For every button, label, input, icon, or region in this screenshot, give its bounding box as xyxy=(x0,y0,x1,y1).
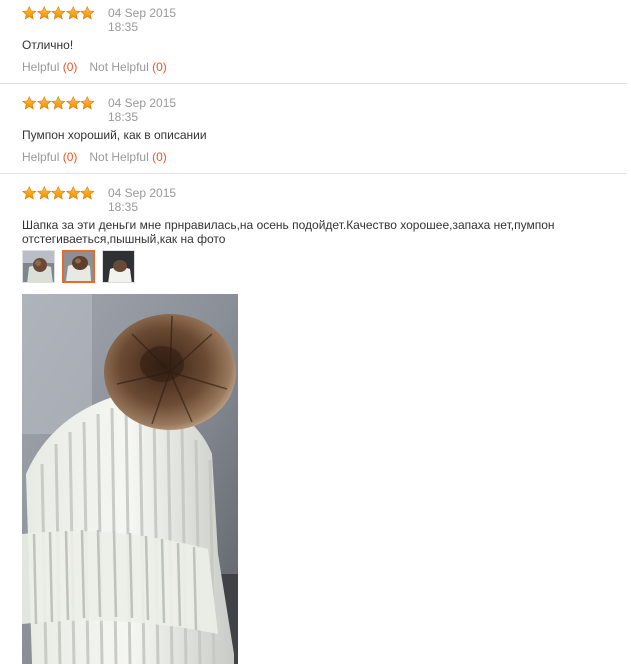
not-helpful-button[interactable]: Not Helpful (0) xyxy=(89,150,166,164)
review-date: 04 Sep 2015 xyxy=(108,186,177,200)
rating-stars xyxy=(22,186,95,200)
star-icon xyxy=(51,186,66,200)
star-icon xyxy=(51,96,66,110)
rating-stars xyxy=(22,6,95,20)
star-icon xyxy=(66,6,81,20)
review-2: 04 Sep 2015 18:35 Пумпон хороший, как в … xyxy=(0,90,627,174)
review-photo-thumbnails xyxy=(22,250,135,283)
review-text: Отлично! xyxy=(22,38,74,52)
review-time: 18:35 xyxy=(108,200,139,214)
hat-photo-large xyxy=(22,294,238,664)
review-1: 04 Sep 2015 18:35 Отлично! Helpful (0) N… xyxy=(0,0,627,84)
star-icon xyxy=(80,6,95,20)
helpful-label: Helpful xyxy=(22,60,60,74)
hat-photo-thumbnail xyxy=(23,251,54,282)
review-date: 04 Sep 2015 xyxy=(108,96,177,110)
review-time: 18:35 xyxy=(108,20,139,34)
star-icon xyxy=(80,96,95,110)
not-helpful-count: (0) xyxy=(152,150,167,164)
star-icon xyxy=(37,96,52,110)
rating-stars xyxy=(22,96,95,110)
not-helpful-label: Not Helpful xyxy=(89,60,149,74)
not-helpful-label: Not Helpful xyxy=(89,150,149,164)
star-icon xyxy=(22,186,37,200)
star-icon xyxy=(66,186,81,200)
hat-photo-thumbnail xyxy=(64,252,93,281)
star-icon xyxy=(37,186,52,200)
star-icon xyxy=(22,6,37,20)
review-divider xyxy=(0,173,627,174)
not-helpful-button[interactable]: Not Helpful (0) xyxy=(89,60,166,74)
review-feedback: Helpful (0) Not Helpful (0) xyxy=(22,60,167,74)
helpful-count: (0) xyxy=(62,150,78,164)
star-icon xyxy=(80,186,95,200)
star-icon xyxy=(22,96,37,110)
review-feedback: Helpful (0) Not Helpful (0) xyxy=(22,150,167,164)
review-3: 04 Sep 2015 18:35 Шапка за эти деньги мн… xyxy=(0,180,627,664)
helpful-label: Helpful xyxy=(22,150,60,164)
photo-thumbnail[interactable] xyxy=(22,250,55,283)
review-photo-large[interactable] xyxy=(22,294,238,664)
hat-photo-thumbnail xyxy=(103,251,134,282)
photo-thumbnail-selected[interactable] xyxy=(62,250,95,283)
helpful-count: (0) xyxy=(62,60,78,74)
star-icon xyxy=(37,6,52,20)
review-text: Шапка за эти деньги мне прнравилась,на о… xyxy=(22,218,555,246)
review-divider xyxy=(0,83,627,84)
not-helpful-count: (0) xyxy=(152,60,167,74)
review-time: 18:35 xyxy=(108,110,139,124)
star-icon xyxy=(51,6,66,20)
review-text: Пумпон хороший, как в описании xyxy=(22,128,207,142)
helpful-button[interactable]: Helpful (0) xyxy=(22,60,77,74)
photo-thumbnail[interactable] xyxy=(102,250,135,283)
helpful-button[interactable]: Helpful (0) xyxy=(22,150,77,164)
review-date: 04 Sep 2015 xyxy=(108,6,177,20)
star-icon xyxy=(66,96,81,110)
